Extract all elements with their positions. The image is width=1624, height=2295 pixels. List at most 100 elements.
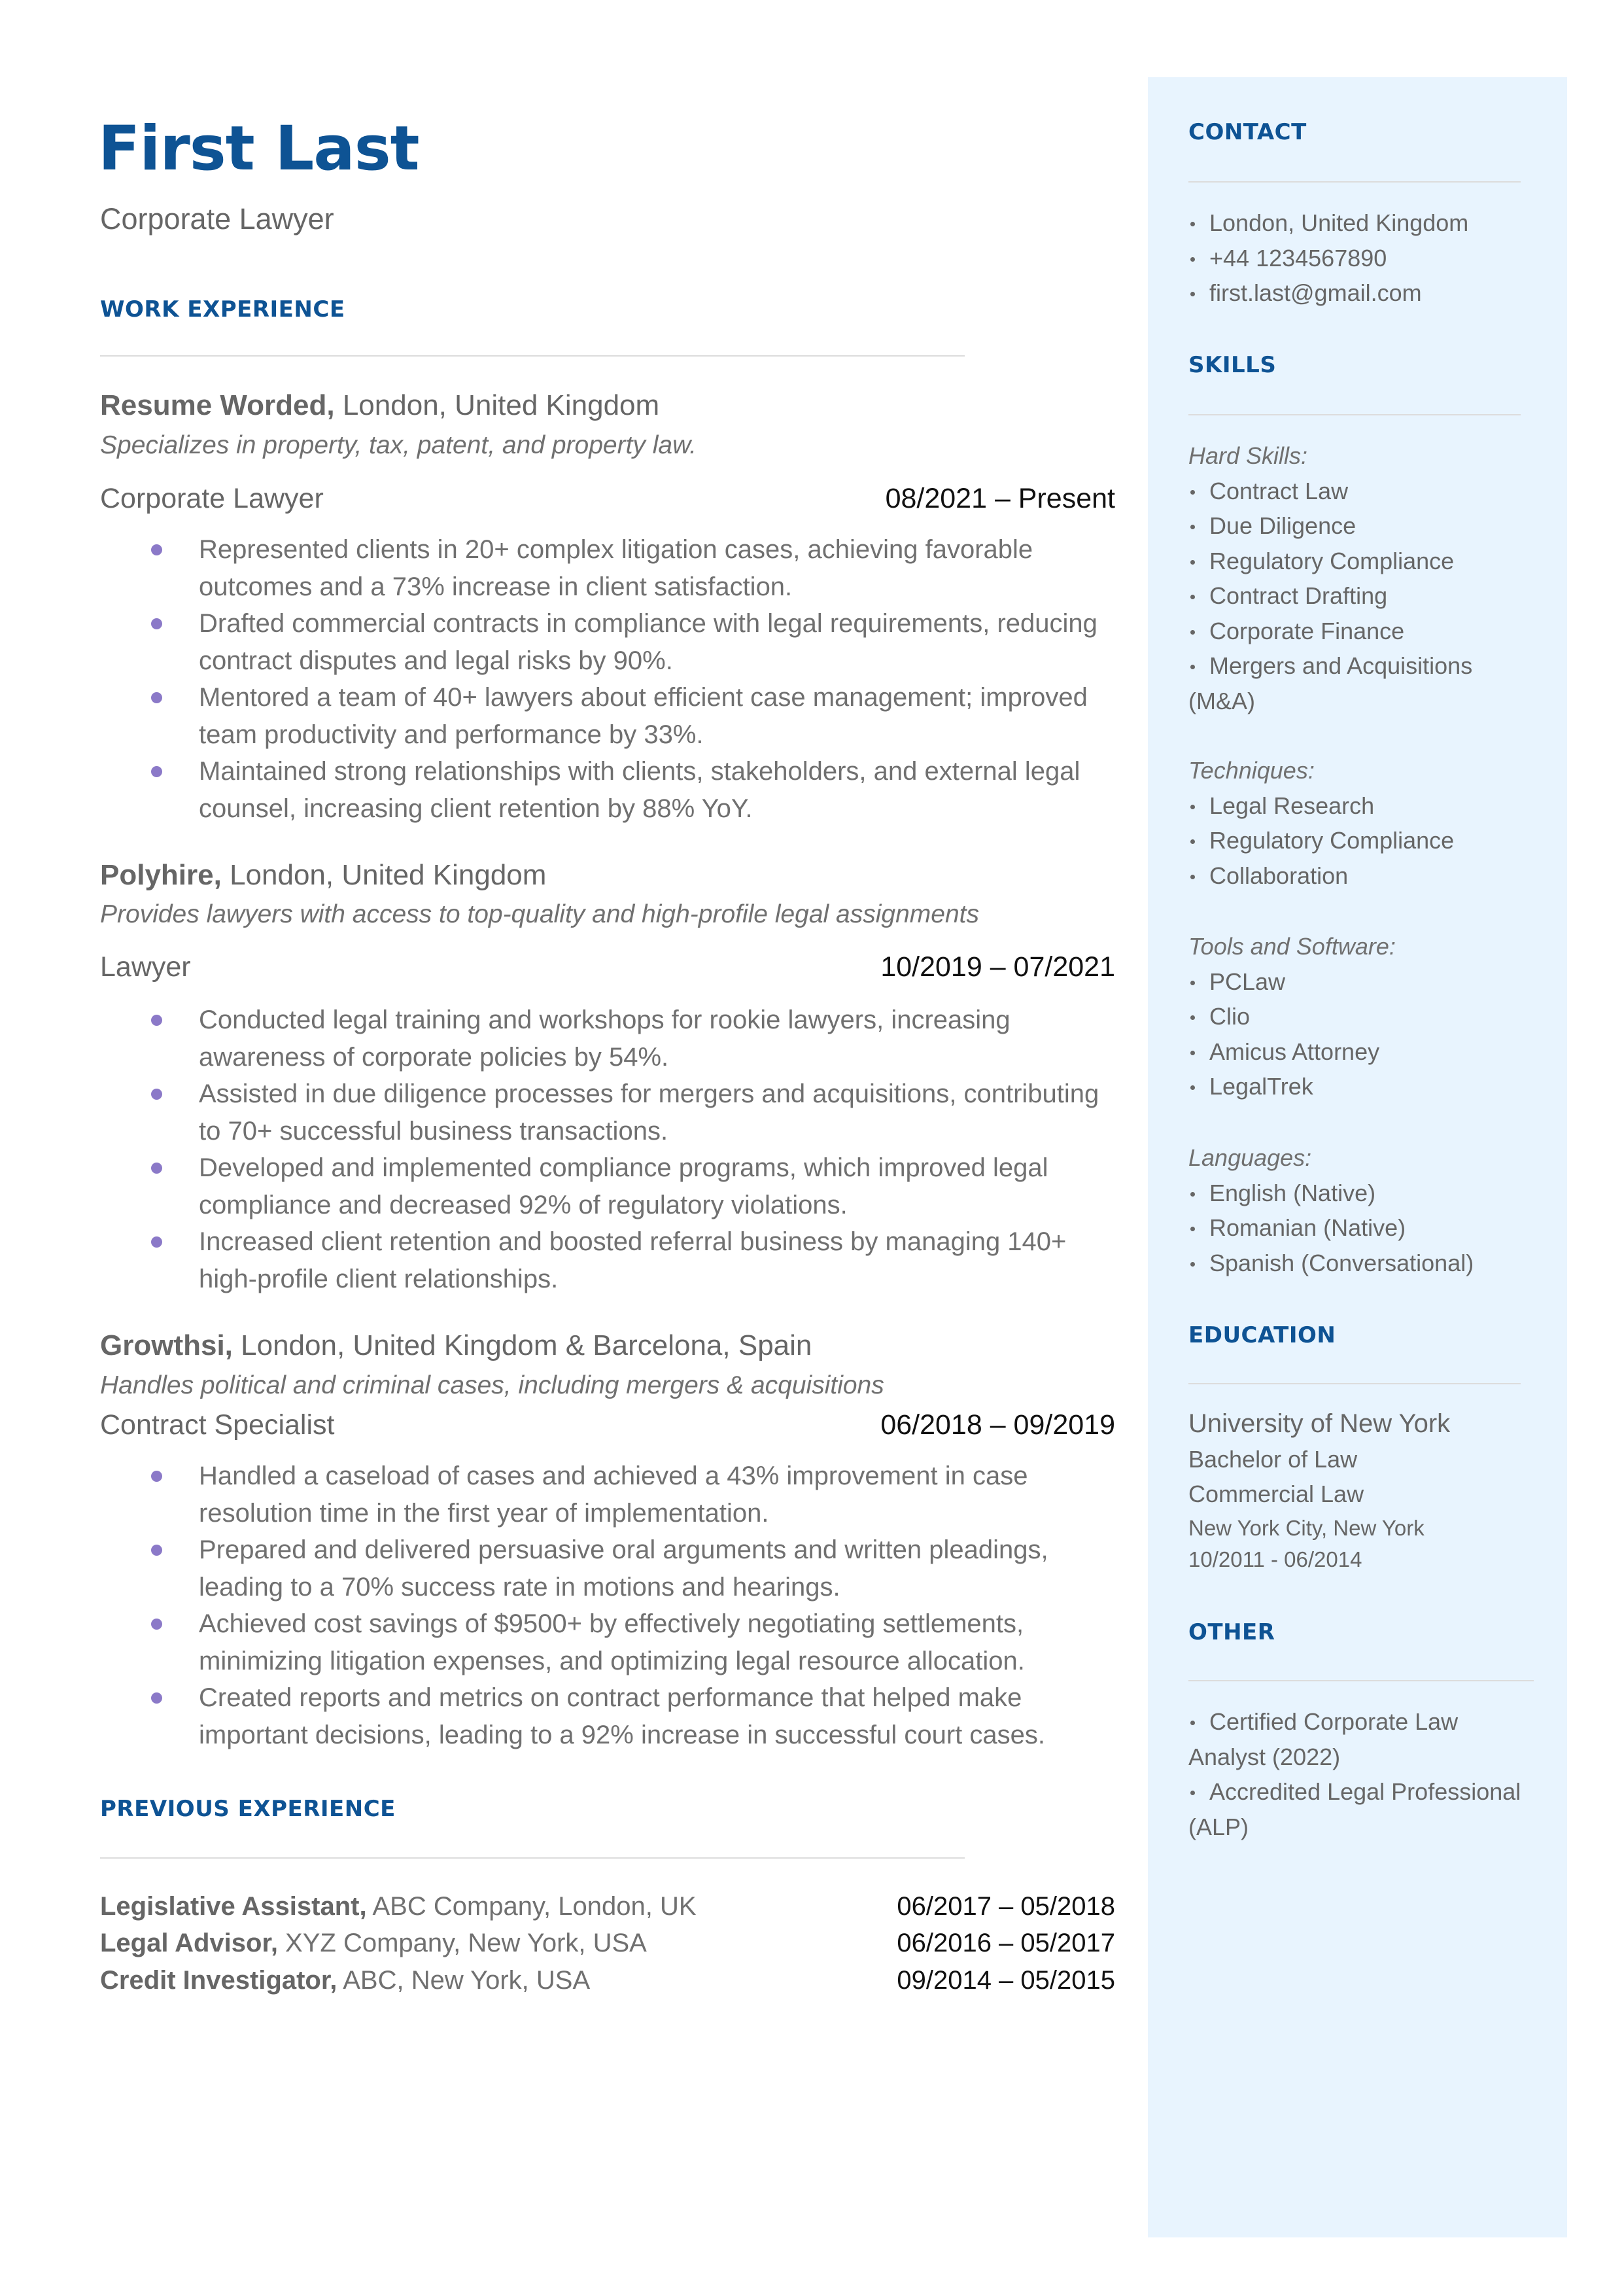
- bullet-dot-icon: [151, 1163, 162, 1174]
- achievement-item: Represented clients in 20+ complex litig…: [100, 531, 1115, 605]
- contact-list: London, United Kingdom +44 1234567890 fi…: [1188, 205, 1468, 311]
- achievement-item: Achieved cost savings of $9500+ by effec…: [100, 1605, 1115, 1679]
- company-description: Provides lawyers with access to top-qual…: [100, 900, 979, 928]
- role-row: Contract Specialist 06/2018 – 09/2019: [100, 1407, 1115, 1443]
- contact-location: London, United Kingdom: [1188, 205, 1468, 241]
- achievement-text: Mentored a team of 40+ lawyers about eff…: [199, 683, 1088, 749]
- candidate-title: Corporate Lawyer: [100, 202, 334, 236]
- skill-group-tools: Tools and Software: PCLaw Clio Amicus At…: [1188, 929, 1542, 1104]
- company-description: Handles political and criminal cases, in…: [100, 1371, 884, 1399]
- previous-role-row: Legislative Assistant, ABC Company, Lond…: [100, 1888, 1115, 1925]
- company-line: Growthsi, London, United Kingdom & Barce…: [100, 1327, 812, 1364]
- achievement-text: Prepared and delivered persuasive oral a…: [199, 1535, 1048, 1602]
- bullet-dot-icon: [151, 544, 162, 555]
- other-item: Certified Corporate Law Analyst (2022): [1188, 1704, 1496, 1774]
- education-degree: Bachelor of Law: [1188, 1445, 1358, 1473]
- skill-group-hard-skills: Hard Skills: Contract Law Due Diligence …: [1188, 438, 1542, 718]
- skill-item: Mergers and Acquisitions (M&A): [1188, 648, 1496, 718]
- other-list: Certified Corporate Law Analyst (2022) A…: [1188, 1704, 1545, 1844]
- previous-experience-heading: PREVIOUS EXPERIENCE: [100, 1796, 396, 1822]
- work-experience-divider: [100, 355, 965, 357]
- achievement-item: Mentored a team of 40+ lawyers about eff…: [100, 679, 1115, 753]
- previous-role-row: Credit Investigator, ABC, New York, USA …: [100, 1962, 1115, 1999]
- company-name: Resume Worded,: [100, 389, 335, 421]
- previous-role-title: Legislative Assistant,: [100, 1892, 367, 1921]
- previous-role-dates: 06/2017 – 05/2018: [897, 1892, 1115, 1921]
- bullet-dot-icon: [151, 1471, 162, 1482]
- contact-email[interactable]: first.last@gmail.com: [1188, 275, 1468, 311]
- skill-item: Contract Drafting: [1188, 578, 1542, 614]
- bullet-dot-icon: [151, 1619, 162, 1630]
- work-experience-heading: WORK EXPERIENCE: [100, 296, 345, 323]
- bullet-dot-icon: [151, 618, 162, 629]
- skills-heading: SKILLS: [1188, 352, 1277, 378]
- previous-role-org: ABC, New York, USA: [337, 1966, 591, 1995]
- achievement-list: Represented clients in 20+ complex litig…: [100, 531, 1115, 827]
- skill-item: English (Native): [1188, 1176, 1542, 1211]
- previous-role-dates: 06/2016 – 05/2017: [897, 1929, 1115, 1957]
- company-name: Growthsi,: [100, 1329, 233, 1361]
- role-dates: 08/2021 – Present: [885, 483, 1115, 514]
- education-location: New York City, New York: [1188, 1515, 1425, 1540]
- skill-item: Collaboration: [1188, 858, 1542, 894]
- role-row: Lawyer 10/2019 – 07/2021: [100, 949, 1115, 985]
- company-line: Resume Worded, London, United Kingdom: [100, 387, 659, 424]
- education-dates: 10/2011 - 06/2014: [1188, 1547, 1362, 1571]
- role-dates: 10/2019 – 07/2021: [880, 951, 1115, 983]
- achievement-item: Increased client retention and boosted r…: [100, 1223, 1115, 1297]
- education-divider: [1188, 1383, 1521, 1384]
- achievement-item: Prepared and delivered persuasive oral a…: [100, 1532, 1115, 1605]
- company-name: Polyhire,: [100, 859, 222, 891]
- other-divider: [1188, 1680, 1534, 1681]
- skill-group-techniques: Techniques: Legal Research Regulatory Co…: [1188, 753, 1542, 893]
- achievement-text: Represented clients in 20+ complex litig…: [199, 535, 1033, 601]
- skill-item: Legal Research: [1188, 788, 1542, 824]
- bullet-dot-icon: [151, 1015, 162, 1026]
- achievement-text: Assisted in due diligence processes for …: [199, 1079, 1099, 1146]
- bullet-dot-icon: [151, 766, 162, 777]
- skill-group-label: Hard Skills:: [1188, 442, 1308, 469]
- education-entry: University of New York Bachelor of Law C…: [1188, 1407, 1542, 1575]
- previous-role-org: XYZ Company, New York, USA: [277, 1929, 647, 1957]
- achievement-text: Developed and implemented compliance pro…: [199, 1153, 1048, 1219]
- education-heading: EDUCATION: [1188, 1322, 1336, 1348]
- skill-item: PCLaw: [1188, 964, 1542, 1000]
- role-row: Corporate Lawyer 08/2021 – Present: [100, 480, 1115, 517]
- achievement-text: Created reports and metrics on contract …: [199, 1683, 1046, 1749]
- skill-item: Regulatory Compliance: [1188, 544, 1542, 579]
- role-title: Lawyer: [100, 951, 191, 983]
- education-school: University of New York: [1188, 1409, 1451, 1438]
- achievement-item: Drafted commercial contracts in complian…: [100, 605, 1115, 679]
- contact-phone[interactable]: +44 1234567890: [1188, 241, 1468, 276]
- skill-item: Due Diligence: [1188, 508, 1542, 544]
- achievement-item: Handled a caseload of cases and achieved…: [100, 1458, 1115, 1532]
- skill-group-languages: Languages: English (Native) Romanian (Na…: [1188, 1140, 1542, 1280]
- other-heading: OTHER: [1188, 1619, 1275, 1645]
- previous-role-title: Legal Advisor,: [100, 1929, 278, 1957]
- achievement-text: Maintained strong relationships with cli…: [199, 757, 1080, 823]
- skill-item: Corporate Finance: [1188, 614, 1542, 649]
- role-dates: 06/2018 – 09/2019: [880, 1409, 1115, 1441]
- bullet-dot-icon: [151, 1236, 162, 1248]
- candidate-name: First Last: [98, 113, 420, 184]
- skill-item: Regulatory Compliance: [1188, 823, 1542, 858]
- achievement-list: Conducted legal training and workshops f…: [100, 1002, 1115, 1297]
- skill-group-label: Tools and Software:: [1188, 933, 1396, 960]
- skill-item: Amicus Attorney: [1188, 1034, 1542, 1070]
- previous-role-title: Credit Investigator,: [100, 1966, 337, 1995]
- skill-group-label: Languages:: [1188, 1144, 1312, 1171]
- achievement-list: Handled a caseload of cases and achieved…: [100, 1458, 1115, 1753]
- contact-divider: [1188, 181, 1521, 183]
- achievement-item: Maintained strong relationships with cli…: [100, 753, 1115, 827]
- bullet-dot-icon: [151, 1545, 162, 1556]
- achievement-item: Conducted legal training and workshops f…: [100, 1002, 1115, 1076]
- contact-heading: CONTACT: [1188, 119, 1307, 145]
- company-description: Specializes in property, tax, patent, an…: [100, 431, 697, 459]
- skill-item: Romanian (Native): [1188, 1210, 1542, 1246]
- role-title: Contract Specialist: [100, 1409, 335, 1441]
- achievement-text: Handled a caseload of cases and achieved…: [199, 1462, 1028, 1528]
- achievement-item: Assisted in due diligence processes for …: [100, 1076, 1115, 1149]
- achievement-text: Conducted legal training and workshops f…: [199, 1006, 1011, 1072]
- skill-group-label: Techniques:: [1188, 757, 1315, 784]
- company-location: London, United Kingdom: [221, 859, 547, 891]
